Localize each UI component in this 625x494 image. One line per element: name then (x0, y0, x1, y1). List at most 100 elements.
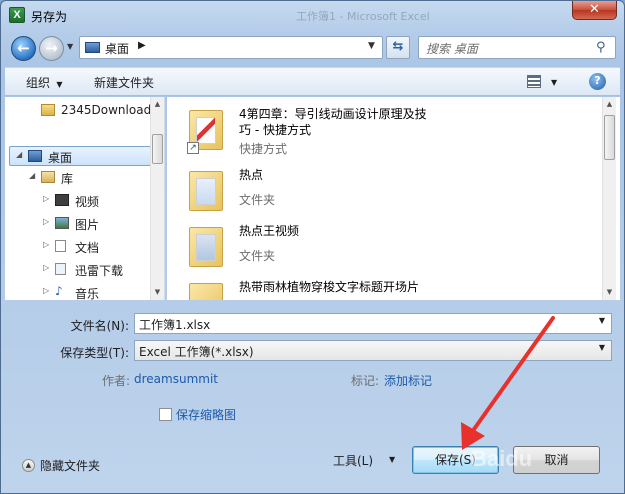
forward-button[interactable]: → (39, 36, 64, 61)
document-icon (55, 240, 66, 252)
tree-item-2345downloads[interactable]: 2345Downloads (9, 101, 157, 121)
file-list-scrollbar[interactable]: ▲ ▼ (602, 97, 616, 300)
tree-item-music[interactable]: ▷ ♪ 音乐 (9, 283, 151, 303)
folder-icon (189, 171, 223, 211)
title-bar[interactable]: X 另存为 工作簿1 - Microsoft Excel ✕ (1, 1, 624, 31)
chevron-down-icon[interactable]: ▼ (595, 343, 609, 352)
tree-item-pictures[interactable]: ▷ 图片 (9, 214, 151, 234)
tree-item-label: 2345Downloads (61, 103, 158, 117)
view-options-icon[interactable] (527, 75, 541, 88)
chevron-right-icon[interactable]: ▶ (138, 40, 146, 51)
save-thumbnail-label[interactable]: 保存缩略图 (176, 406, 236, 423)
desktop-icon (28, 150, 42, 162)
hide-folders-button[interactable]: 隐藏文件夹 (40, 457, 100, 474)
folder-icon (189, 227, 223, 267)
scroll-up-icon[interactable]: ▲ (151, 97, 164, 111)
organize-label: 组织 (26, 76, 51, 90)
desktop-icon (85, 42, 100, 53)
music-icon: ♪ (55, 284, 63, 298)
back-button[interactable]: ← (11, 36, 36, 61)
search-placeholder: 搜索 桌面 (426, 42, 478, 56)
new-folder-button[interactable]: 新建文件夹 (94, 74, 154, 91)
file-name: 4第四章：导引线动画设计原理及技 巧 - 快捷方式 (239, 107, 427, 137)
library-icon (41, 171, 55, 183)
navigation-pane: 2345Downloads ◢ 桌面 ◢ 库 ▷ 视频 ▷ 图片 ▷ 文档 ▷ (5, 97, 165, 303)
chevron-down-icon[interactable]: ▼ (595, 316, 609, 325)
file-type: 文件夹 (239, 193, 276, 207)
save-as-dialog: X 另存为 工作簿1 - Microsoft Excel ✕ ← → ▼ 桌面 … (0, 0, 625, 494)
navigation-scrollbar[interactable]: ▲ ▼ (150, 97, 164, 300)
scrollbar-thumb[interactable] (152, 134, 163, 164)
tree-item-label: 桌面 (48, 151, 73, 165)
help-icon[interactable]: ? (589, 73, 606, 90)
chevron-down-icon[interactable]: ▼ (389, 455, 395, 464)
baidu-watermark-logo: Baidu (471, 446, 533, 471)
collapsed-arrow-icon[interactable]: ▷ (43, 240, 49, 249)
collapsed-arrow-icon[interactable]: ▷ (43, 263, 49, 272)
folder-icon (189, 283, 223, 300)
organize-button[interactable]: 组织 ▼ (26, 74, 63, 91)
search-input[interactable]: 搜索 桌面 ⚲ (418, 36, 616, 59)
address-segment-desktop[interactable]: 桌面 (105, 40, 129, 57)
filetype-select[interactable]: Excel 工作簿(*.xlsx) ▼ (134, 340, 612, 361)
folder-icon (41, 104, 55, 116)
recent-pages-dropdown[interactable]: ▼ (67, 42, 77, 52)
scroll-down-icon[interactable]: ▼ (603, 285, 616, 299)
expanded-arrow-icon[interactable]: ◢ (29, 171, 35, 180)
tags-label: 标记: (351, 374, 380, 388)
add-tags-link[interactable]: 添加标记 (384, 372, 432, 389)
search-icon[interactable]: ⚲ (596, 40, 606, 55)
video-icon (55, 194, 69, 206)
file-type: 快捷方式 (239, 142, 288, 156)
collapsed-arrow-icon[interactable]: ▷ (43, 286, 49, 295)
back-arrow-icon: ← (17, 39, 30, 57)
collapsed-arrow-icon[interactable]: ▷ (43, 194, 49, 203)
scroll-up-icon[interactable]: ▲ (603, 97, 616, 111)
refresh-icon: ⇆ (392, 39, 404, 54)
list-item[interactable]: 热点王视频 文件夹 (187, 223, 597, 279)
address-dropdown-icon[interactable]: ▼ (368, 41, 375, 51)
scroll-down-icon[interactable]: ▼ (151, 285, 164, 299)
tree-item-label: 文档 (75, 241, 100, 255)
tree-item-videos[interactable]: ▷ 视频 (9, 191, 151, 211)
file-name: 热点王视频 (239, 224, 300, 238)
view-dropdown-icon[interactable]: ▼ (551, 78, 557, 87)
filetype-label: 保存类型(T): (60, 346, 129, 360)
chevron-up-icon[interactable]: ▲ (22, 459, 35, 472)
close-button[interactable]: ✕ (572, 1, 617, 20)
tree-item-thunder-downloads[interactable]: ▷ 迅雷下载 (9, 260, 151, 280)
author-value[interactable]: dreamsummit (134, 372, 218, 386)
filetype-value[interactable]: Excel 工作簿(*.xlsx) (139, 343, 254, 360)
tree-item-desktop[interactable]: ◢ 桌面 (9, 146, 151, 166)
expanded-arrow-icon[interactable]: ◢ (16, 150, 22, 159)
tree-item-library[interactable]: ◢ 库 (9, 168, 151, 188)
picture-icon (55, 217, 69, 229)
download-icon (55, 263, 66, 275)
filename-field[interactable]: 工作簿1.xlsx ▼ (134, 313, 612, 334)
scrollbar-thumb[interactable] (604, 115, 615, 160)
save-thumbnail-checkbox[interactable] (159, 408, 172, 421)
filename-label: 文件名(N): (70, 319, 129, 333)
refresh-button[interactable]: ⇆ (386, 36, 410, 59)
filename-value[interactable]: 工作簿1.xlsx (139, 316, 210, 333)
background-window-title: 工作簿1 - Microsoft Excel (296, 10, 430, 23)
tree-item-documents[interactable]: ▷ 文档 (9, 237, 151, 257)
address-bar[interactable]: 桌面 ▶ ▼ (79, 36, 383, 59)
collapsed-arrow-icon[interactable]: ▷ (43, 217, 49, 226)
shortcut-arrow-icon: ↗ (187, 142, 199, 154)
tree-item-label: 迅雷下载 (75, 264, 124, 278)
list-item[interactable]: 热带雨林植物穿梭文字标题开场片 (187, 279, 597, 300)
chevron-down-icon: ▼ (53, 80, 63, 89)
tree-item-label: 视频 (75, 195, 100, 209)
file-type: 文件夹 (239, 249, 276, 263)
list-item[interactable]: ↗ 4第四章：导引线动画设计原理及技 巧 - 快捷方式 快捷方式 (187, 106, 597, 162)
file-list-pane: ↗ 4第四章：导引线动画设计原理及技 巧 - 快捷方式 快捷方式 热点 文件夹 … (167, 97, 620, 300)
file-name: 热点 (239, 168, 264, 182)
command-toolbar: 组织 ▼ 新建文件夹 ▼ ? (5, 67, 620, 96)
forward-arrow-icon: → (45, 39, 58, 57)
author-label: 作者: (102, 374, 131, 388)
tree-item-label: 图片 (75, 218, 100, 232)
tools-button[interactable]: 工具(L) (333, 452, 373, 469)
list-item[interactable]: 热点 文件夹 (187, 167, 597, 223)
tree-item-label: 库 (61, 172, 74, 186)
